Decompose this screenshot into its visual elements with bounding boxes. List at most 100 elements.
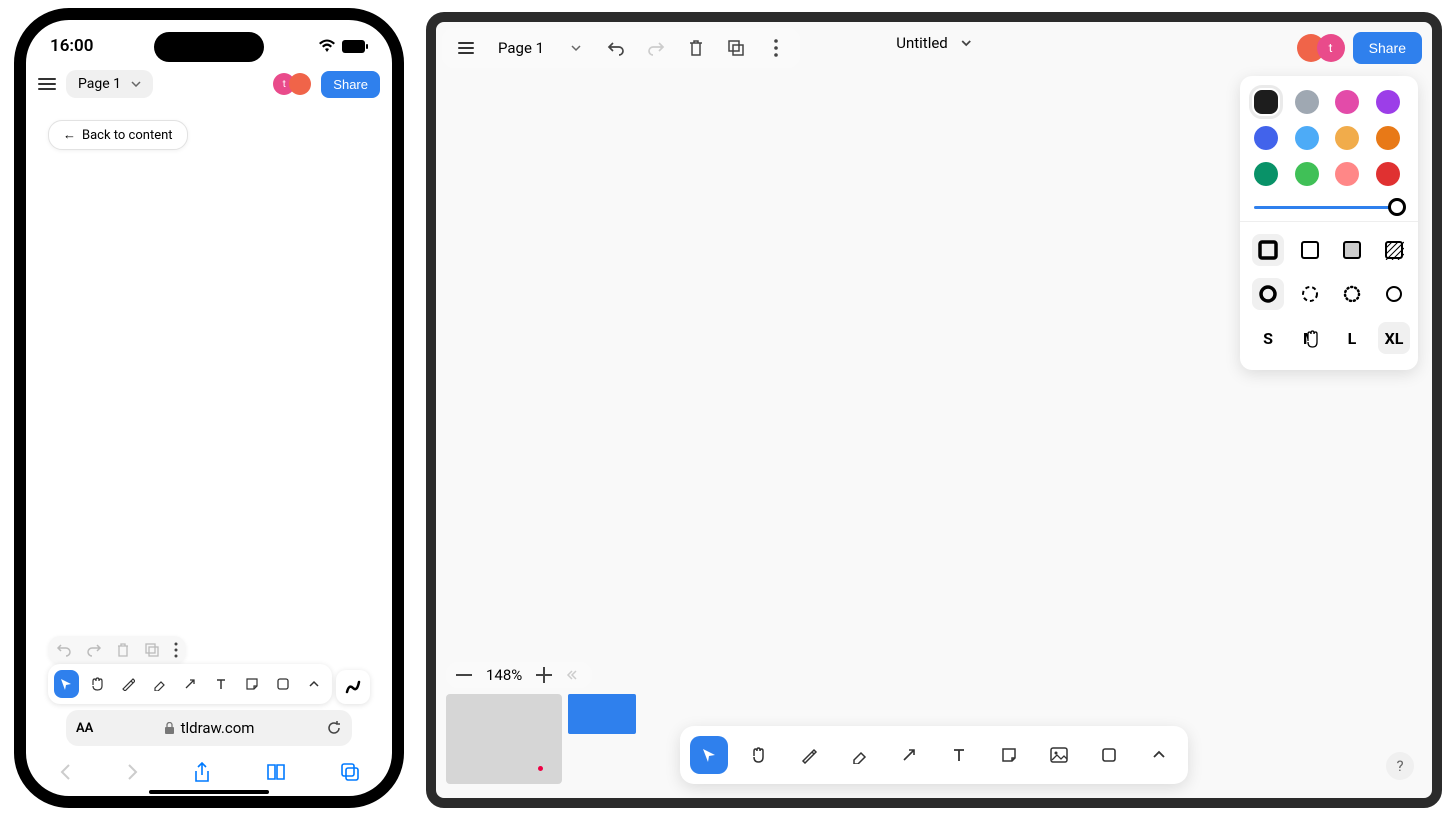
color-swatch-dark-green[interactable]	[1254, 162, 1278, 186]
undo-button[interactable]	[600, 32, 632, 64]
more-button[interactable]	[760, 32, 792, 64]
size-s[interactable]: S	[1252, 322, 1284, 354]
color-swatch-grey[interactable]	[1295, 90, 1319, 114]
color-swatch-green[interactable]	[1295, 162, 1319, 186]
color-swatch-light-red[interactable]	[1335, 162, 1359, 186]
tool-eraser[interactable]	[147, 670, 172, 698]
opacity-slider[interactable]	[1254, 206, 1404, 209]
undo-icon[interactable]	[56, 642, 72, 658]
color-swatch-light-blue[interactable]	[1295, 126, 1319, 150]
size-xl[interactable]: XL	[1378, 322, 1410, 354]
browser-nav	[46, 758, 372, 788]
tool-arrow[interactable]	[890, 736, 928, 774]
dash-draw[interactable]	[1252, 278, 1284, 310]
minimap-toggle[interactable]	[566, 669, 582, 681]
color-swatch-blue[interactable]	[1254, 126, 1278, 150]
reader-mode-icon[interactable]: AA	[76, 721, 93, 736]
menu-icon[interactable]	[38, 78, 56, 90]
tool-select[interactable]	[54, 670, 79, 698]
page-chevron-icon[interactable]	[560, 32, 592, 64]
tool-text[interactable]	[940, 736, 978, 774]
dash-options	[1250, 272, 1408, 316]
trash-button[interactable]	[680, 32, 712, 64]
fill-pattern[interactable]	[1378, 234, 1410, 266]
size-l[interactable]: L	[1336, 322, 1368, 354]
color-swatch-magenta[interactable]	[1335, 90, 1359, 114]
tool-hand[interactable]	[85, 670, 110, 698]
phone-action-panel	[48, 636, 186, 664]
tool-shape[interactable]	[1090, 736, 1128, 774]
back-to-content-button[interactable]: ← Back to content	[48, 120, 188, 150]
battery-icon	[342, 40, 368, 53]
wifi-icon	[318, 39, 336, 53]
nav-forward-icon[interactable]	[126, 762, 140, 784]
fill-semi[interactable]	[1336, 234, 1368, 266]
more-icon[interactable]	[174, 642, 178, 658]
color-grid	[1250, 86, 1408, 190]
nav-tabs-icon[interactable]	[340, 762, 360, 784]
color-swatch-black[interactable]	[1254, 90, 1278, 114]
minimap-cursor	[538, 766, 543, 771]
fill-options	[1250, 228, 1408, 272]
avatar: t	[1317, 34, 1345, 62]
page-label: Page 1	[78, 76, 121, 92]
tool-shape[interactable]	[270, 670, 295, 698]
canvas-dot	[393, 293, 398, 298]
tool-image[interactable]	[1040, 736, 1078, 774]
nav-share-icon[interactable]	[193, 762, 211, 784]
dash-solid[interactable]	[1378, 278, 1410, 310]
nav-bookmarks-icon[interactable]	[265, 762, 287, 784]
zoom-in-button[interactable]	[536, 667, 552, 683]
chevron-down-icon	[960, 39, 972, 47]
tool-note[interactable]	[990, 736, 1028, 774]
tool-eraser[interactable]	[840, 736, 878, 774]
dash-dotted[interactable]	[1336, 278, 1368, 310]
reload-icon[interactable]	[326, 720, 342, 736]
slider-thumb[interactable]	[1388, 198, 1406, 216]
tool-more[interactable]	[1140, 736, 1178, 774]
page-select[interactable]: Page 1	[66, 70, 153, 98]
minimap[interactable]	[446, 694, 636, 788]
redo-button[interactable]	[640, 32, 672, 64]
phone-app-toolbar: Page 1 t Share	[26, 60, 392, 108]
desktop-topbar-right: t Share	[1305, 32, 1422, 64]
browser-urlbar[interactable]: AA tldraw.com	[66, 710, 352, 746]
tool-text[interactable]	[208, 670, 233, 698]
dash-dashed[interactable]	[1294, 278, 1326, 310]
zoom-panel: 148%	[446, 662, 592, 688]
document-title[interactable]: Untitled	[896, 34, 972, 52]
avatar	[289, 73, 311, 95]
tool-select[interactable]	[690, 736, 728, 774]
trash-icon[interactable]	[116, 642, 130, 658]
color-swatch-orange[interactable]	[1376, 126, 1400, 150]
style-panel: SMLXL	[1240, 76, 1418, 370]
share-button[interactable]: Share	[1353, 32, 1422, 64]
tool-hand[interactable]	[740, 736, 778, 774]
menu-button[interactable]	[450, 32, 482, 64]
color-swatch-yellow[interactable]	[1335, 126, 1359, 150]
fill-none[interactable]	[1252, 234, 1284, 266]
lock-icon	[164, 722, 175, 735]
fill-solid[interactable]	[1294, 234, 1326, 266]
share-button[interactable]: Share	[321, 71, 380, 98]
tool-arrow[interactable]	[178, 670, 203, 698]
style-toggle-button[interactable]	[336, 670, 370, 704]
phone-toolbar	[48, 664, 332, 704]
nav-back-icon[interactable]	[58, 762, 72, 784]
zoom-out-button[interactable]	[456, 673, 472, 677]
color-swatch-red[interactable]	[1376, 162, 1400, 186]
zoom-text[interactable]: 148%	[486, 666, 522, 684]
duplicate-icon[interactable]	[144, 642, 160, 658]
redo-icon[interactable]	[86, 642, 102, 658]
tool-note[interactable]	[239, 670, 264, 698]
tool-draw[interactable]	[116, 670, 141, 698]
duplicate-button[interactable]	[720, 32, 752, 64]
tool-draw[interactable]	[790, 736, 828, 774]
title-text: Untitled	[896, 34, 948, 52]
color-swatch-purple[interactable]	[1376, 90, 1400, 114]
help-button[interactable]: ?	[1386, 752, 1414, 780]
presence-avatars: t	[279, 73, 311, 95]
tool-more[interactable]	[301, 670, 326, 698]
phone-notch	[154, 32, 264, 62]
page-label[interactable]: Page 1	[490, 35, 552, 61]
